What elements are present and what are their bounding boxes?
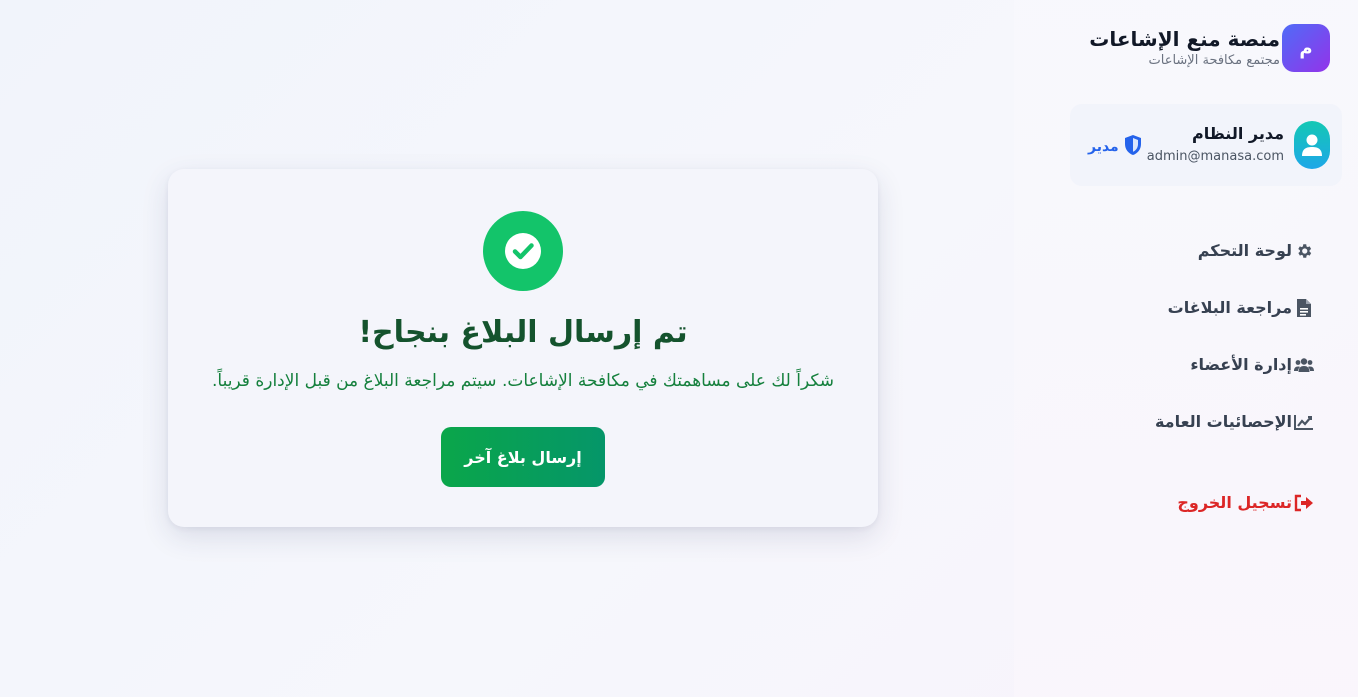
sidebar-nav: لوحة التحكم مراجعة البلاغات إدارة الأعضا… — [1054, 222, 1314, 450]
sidebar-item-label: مراجعة البلاغات — [1167, 298, 1292, 317]
users-icon — [1294, 355, 1314, 375]
brand-text: منصة منع الإشاعات مجتمع مكافحة الإشاعات — [1089, 26, 1280, 70]
logout-icon — [1294, 493, 1314, 513]
brand-subtitle: مجتمع مكافحة الإشاعات — [1148, 53, 1281, 68]
brand-title: منصة منع الإشاعات — [1089, 27, 1280, 51]
user-email: admin@manasa.com — [1146, 149, 1284, 164]
user-card: مدير النظام admin@manasa.com مدير — [1070, 104, 1342, 186]
success-message: شكراً لك على مساهمتك في مكافحة الإشاعات.… — [211, 371, 835, 391]
sidebar-item-members[interactable]: إدارة الأعضاء — [1054, 336, 1314, 393]
sidebar-item-label: الإحصائيات العامة — [1154, 412, 1292, 431]
success-card: تم إرسال البلاغ بنجاح! شكراً لك على مساه… — [168, 169, 878, 527]
sidebar-item-statistics[interactable]: الإحصائيات العامة — [1054, 393, 1314, 450]
brand-logo-letter: م — [1299, 37, 1313, 59]
send-another-report-button[interactable]: إرسال بلاغ آخر — [441, 427, 605, 487]
role-label: مدير — [1088, 139, 1119, 155]
document-icon — [1294, 298, 1314, 318]
role-badge: مدير — [1088, 134, 1143, 160]
success-title: تم إرسال البلاغ بنجاح! — [358, 315, 688, 350]
user-name: مدير النظام — [1191, 124, 1284, 143]
brand-logo: م — [1282, 24, 1330, 72]
sidebar-item-label: إدارة الأعضاء — [1190, 355, 1292, 374]
user-icon — [1294, 121, 1330, 169]
check-circle-icon — [483, 211, 563, 291]
logout-button[interactable]: تسجيل الخروج — [1177, 474, 1314, 531]
shield-icon — [1123, 134, 1143, 160]
chart-icon — [1294, 412, 1314, 432]
sidebar-item-dashboard[interactable]: لوحة التحكم — [1054, 222, 1314, 279]
sidebar: م منصة منع الإشاعات مجتمع مكافحة الإشاعا… — [1014, 0, 1358, 697]
sidebar-item-label: لوحة التحكم — [1197, 241, 1292, 260]
brand[interactable]: م منصة منع الإشاعات مجتمع مكافحة الإشاعا… — [1089, 24, 1330, 72]
gear-icon — [1294, 241, 1314, 261]
sidebar-item-reports[interactable]: مراجعة البلاغات — [1054, 279, 1314, 336]
logout-label: تسجيل الخروج — [1177, 493, 1292, 512]
